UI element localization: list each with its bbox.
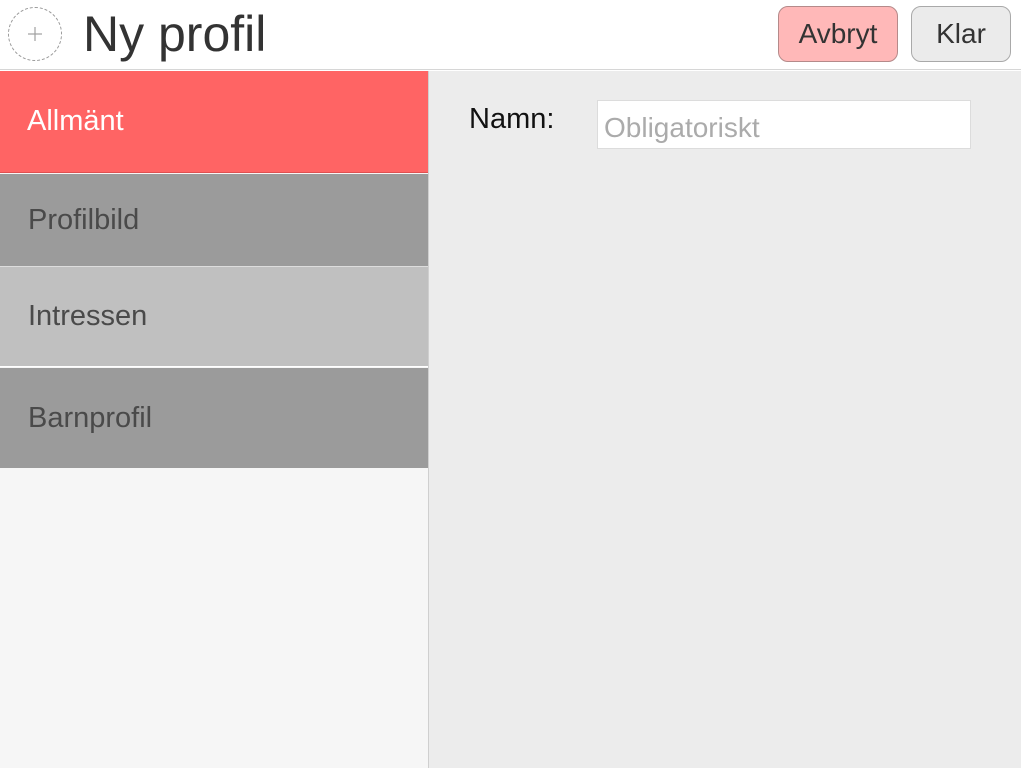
sidebar-item-label: Allmänt xyxy=(27,105,124,137)
content-panel: Namn: xyxy=(429,71,1021,768)
sidebar-item-label: Barnprofil xyxy=(28,401,153,434)
add-avatar-button[interactable] xyxy=(8,7,62,61)
top-bar: Ny profil Avbryt Klar xyxy=(0,0,1021,70)
sidebar-item-barnprofil[interactable]: Barnprofil xyxy=(0,368,428,468)
page-title: Ny profil xyxy=(83,6,267,62)
cancel-button[interactable]: Avbryt xyxy=(778,6,898,62)
sidebar-item-label: Intressen xyxy=(28,300,148,332)
sidebar-item-profilbild[interactable]: Profilbild xyxy=(0,174,428,267)
name-label: Namn: xyxy=(469,103,555,135)
sidebar-item-label: Profilbild xyxy=(28,203,140,236)
done-button[interactable]: Klar xyxy=(911,6,1011,62)
sidebar-item-allmant[interactable]: Allmänt xyxy=(0,71,428,173)
plus-icon xyxy=(28,27,42,41)
sidebar: Allmänt Profilbild Intressen Barnprofil xyxy=(0,71,429,768)
sidebar-item-intressen[interactable]: Intressen xyxy=(0,267,428,367)
name-input[interactable] xyxy=(597,100,971,149)
